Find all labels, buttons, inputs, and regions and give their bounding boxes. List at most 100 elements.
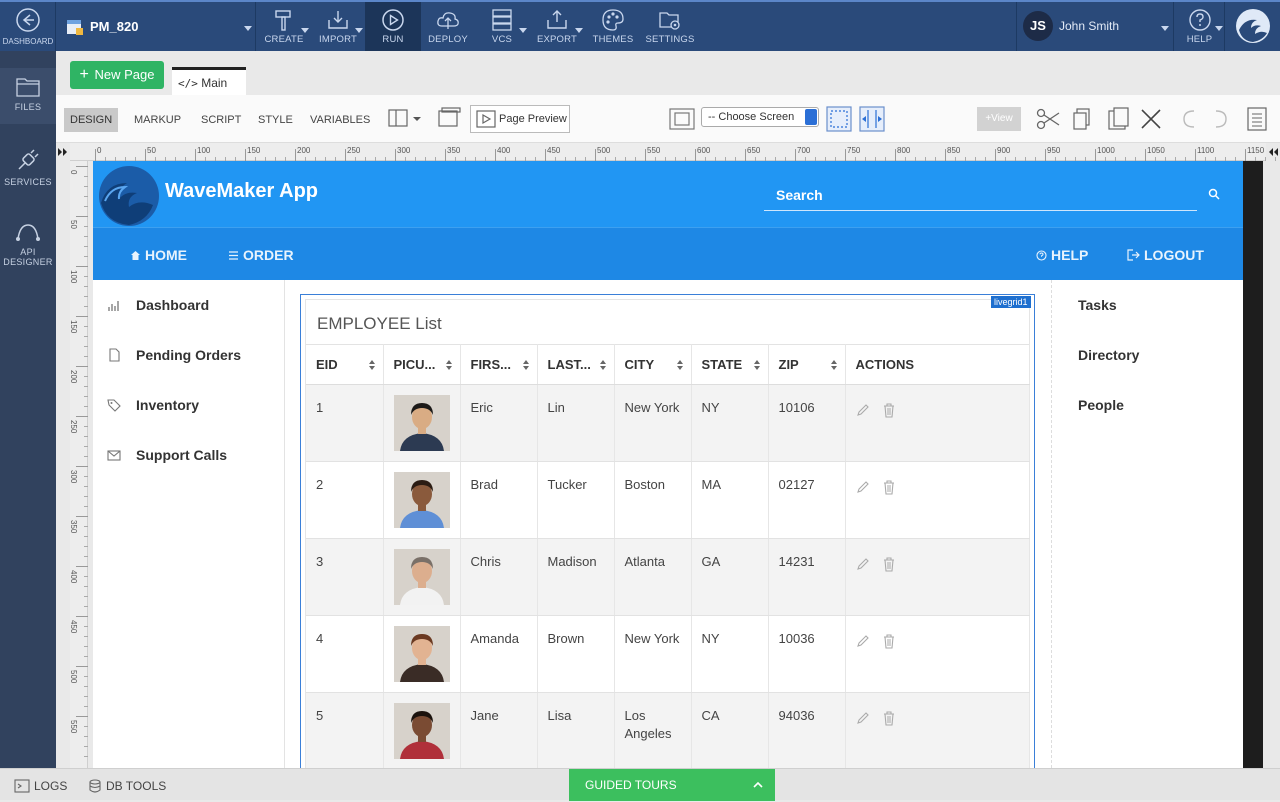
- trash-icon[interactable]: [882, 711, 896, 726]
- column-header[interactable]: CITY: [614, 344, 692, 385]
- mode-variables[interactable]: VARIABLES: [304, 108, 376, 132]
- page-preview-button[interactable]: Page Preview: [470, 105, 570, 133]
- paste-icon[interactable]: [1105, 105, 1131, 133]
- page-preview-label: Page Preview: [499, 113, 567, 125]
- ruler-label: 100: [197, 146, 211, 155]
- db-tools-button[interactable]: DB TOOLS: [88, 779, 166, 793]
- nav-order[interactable]: ORDER: [228, 247, 294, 263]
- nav-help[interactable]: HELP: [1036, 247, 1088, 263]
- mode-style[interactable]: STYLE: [252, 108, 299, 132]
- city-cell: Atlanta: [614, 538, 692, 616]
- window-icon[interactable]: [436, 105, 462, 133]
- settings-button[interactable]: SETTINGS: [641, 2, 699, 51]
- deploy-button[interactable]: DEPLOY: [421, 2, 475, 51]
- sort-icon[interactable]: [368, 359, 376, 371]
- create-button[interactable]: CREATE: [257, 2, 311, 51]
- tab-main[interactable]: </> Main: [172, 67, 246, 95]
- file-icon: [109, 348, 120, 362]
- screen-select[interactable]: -- Choose Screen: [701, 107, 819, 127]
- column-header[interactable]: STATE: [691, 344, 769, 385]
- sort-icon[interactable]: [522, 359, 530, 371]
- rail-api-label-1: API: [20, 247, 36, 257]
- user-menu[interactable]: JS John Smith: [1016, 2, 1174, 51]
- table-row[interactable]: 1 Eric Lin New York NY 10106: [306, 384, 1030, 462]
- mode-design[interactable]: DESIGN: [64, 108, 119, 132]
- nav-logout[interactable]: LOGOUT: [1127, 247, 1204, 263]
- ruler-minor-tick: [84, 746, 88, 747]
- resize-width-icon[interactable]: [858, 105, 886, 133]
- screen-frame-icon[interactable]: [668, 105, 696, 133]
- dashboard-button[interactable]: DASHBOARD: [0, 2, 56, 51]
- edit-icon[interactable]: [856, 711, 870, 725]
- search-icon[interactable]: [1208, 188, 1220, 200]
- sort-icon[interactable]: [676, 359, 684, 371]
- column-header[interactable]: ZIP: [768, 344, 846, 385]
- edit-icon[interactable]: [856, 480, 870, 494]
- right-menu-directory[interactable]: Directory: [1078, 347, 1139, 363]
- rail-files[interactable]: FILES: [0, 68, 56, 124]
- scissors-icon[interactable]: [1034, 105, 1062, 133]
- right-menu-tasks[interactable]: Tasks: [1078, 297, 1117, 313]
- search-input[interactable]: Search: [764, 183, 1220, 211]
- double-chevron-left-icon[interactable]: [1266, 143, 1280, 161]
- column-header[interactable]: FIRS...: [460, 344, 538, 385]
- export-button[interactable]: EXPORT: [529, 2, 585, 51]
- rail-services[interactable]: SERVICES: [0, 147, 56, 187]
- livegrid-selection[interactable]: EMPLOYEE List EID PICU... FIRS... LAST... CI…: [300, 294, 1035, 768]
- trash-icon[interactable]: [882, 403, 896, 418]
- ruler-tick: [845, 149, 846, 161]
- palette-icon: [602, 9, 624, 31]
- ruler-tick: [76, 216, 88, 217]
- nav-home[interactable]: HOME: [130, 247, 187, 263]
- right-menu-people[interactable]: People: [1078, 397, 1124, 413]
- ruler-toggle[interactable]: [56, 143, 70, 161]
- ruler-minor-tick: [84, 226, 88, 227]
- canvas-edge: [1243, 161, 1263, 768]
- import-button[interactable]: IMPORT: [311, 2, 365, 51]
- column-header[interactable]: LAST...: [537, 344, 615, 385]
- new-page-button[interactable]: + New Page: [70, 61, 164, 89]
- edit-icon[interactable]: [856, 557, 870, 571]
- ruler-label: 750: [847, 146, 861, 155]
- sort-icon[interactable]: [445, 359, 453, 371]
- project-selector[interactable]: PM_820: [56, 2, 256, 51]
- copy-icon[interactable]: [1070, 105, 1096, 133]
- undo-icon[interactable]: [1176, 105, 1202, 133]
- sort-icon[interactable]: [599, 359, 607, 371]
- ruler-tick: [76, 416, 88, 417]
- layout-icon[interactable]: [386, 105, 422, 133]
- redo-icon[interactable]: [1208, 105, 1234, 133]
- run-button[interactable]: RUN: [365, 2, 421, 51]
- first-cell: Eric: [460, 384, 538, 462]
- trash-icon[interactable]: [882, 480, 896, 495]
- themes-button[interactable]: THEMES: [585, 2, 641, 51]
- ruler-minor-tick: [84, 246, 88, 247]
- mode-script[interactable]: SCRIPT: [195, 108, 247, 132]
- column-header[interactable]: PICU...: [383, 344, 461, 385]
- trash-icon[interactable]: [882, 634, 896, 649]
- table-row[interactable]: 2 Brad Tucker Boston MA 02127: [306, 461, 1030, 539]
- table-row[interactable]: 5 Jane Lisa Los Angeles CA 94036: [306, 692, 1030, 768]
- column-header[interactable]: EID: [306, 344, 384, 385]
- trash-icon[interactable]: [882, 557, 896, 572]
- help-button[interactable]: HELP: [1175, 2, 1225, 51]
- ruler-minor-tick: [84, 636, 88, 637]
- vcs-button[interactable]: VCS: [475, 2, 529, 51]
- guided-tours-button[interactable]: GUIDED TOURS: [569, 769, 775, 801]
- mode-markup[interactable]: MARKUP: [128, 108, 187, 132]
- table-row[interactable]: 4 Amanda Brown New York NY 10036: [306, 615, 1030, 693]
- sort-icon[interactable]: [753, 359, 761, 371]
- ruler-tick: [395, 149, 396, 161]
- rail-api-designer[interactable]: API DESIGNER: [0, 221, 56, 267]
- logs-button[interactable]: LOGS: [14, 779, 67, 793]
- first-cell: Chris: [460, 538, 538, 616]
- document-icon[interactable]: [1244, 105, 1270, 133]
- close-icon[interactable]: [1138, 105, 1164, 133]
- fit-canvas-icon[interactable]: [825, 105, 853, 133]
- edit-icon[interactable]: [856, 634, 870, 648]
- add-view-button[interactable]: +View: [977, 107, 1021, 131]
- edit-icon[interactable]: [856, 403, 870, 417]
- question-circle-icon: [1036, 250, 1047, 261]
- table-row[interactable]: 3 Chris Madison Atlanta GA 14231: [306, 538, 1030, 616]
- sort-icon[interactable]: [830, 359, 838, 371]
